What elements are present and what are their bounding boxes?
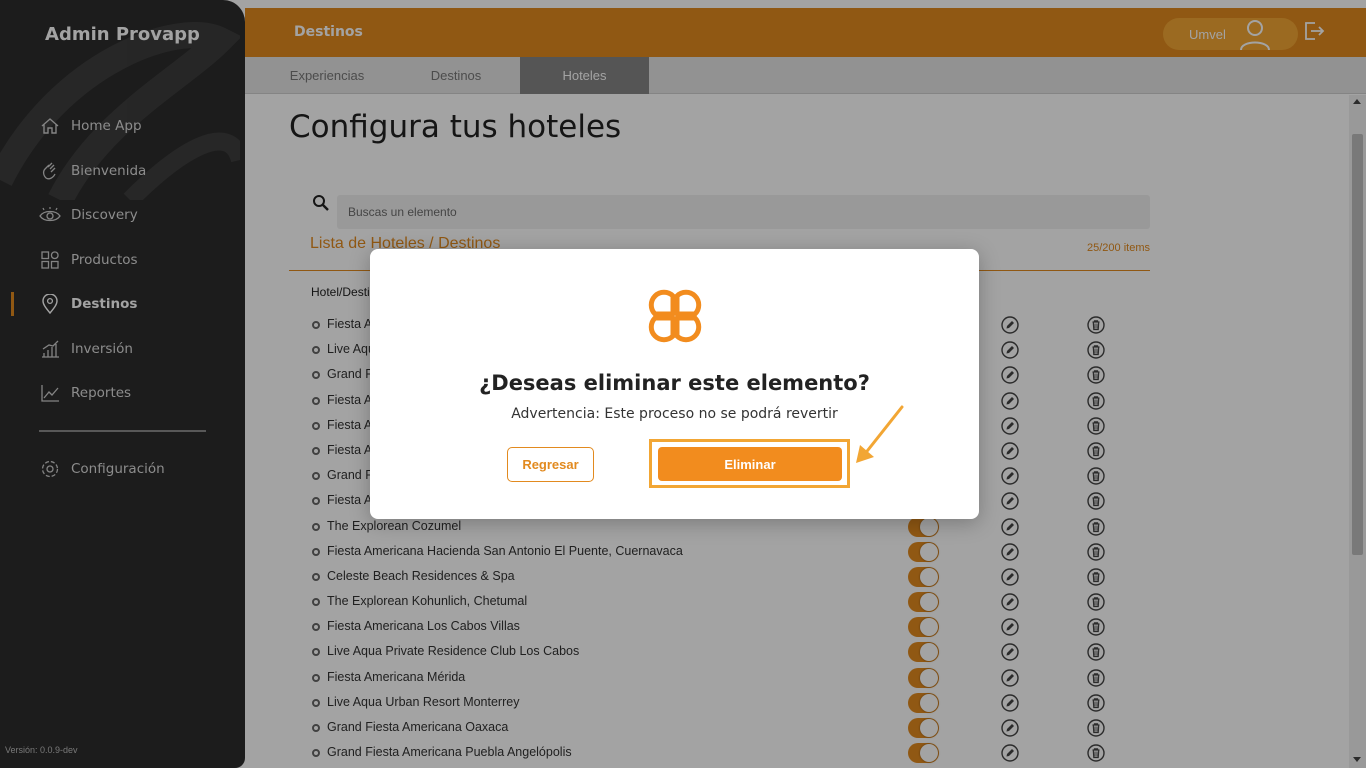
- delete-button[interactable]: Eliminar: [658, 447, 842, 481]
- clover-logo-icon: [648, 289, 702, 343]
- dialog-title: ¿Deseas eliminar este elemento?: [479, 371, 870, 395]
- confirm-delete-dialog: ¿Deseas eliminar este elemento? Adverten…: [370, 249, 979, 519]
- pointer-arrow-icon: [856, 405, 904, 463]
- app-root: Admin Provapp Home App Bienvenida Discov…: [0, 0, 1366, 768]
- back-button[interactable]: Regresar: [507, 447, 594, 482]
